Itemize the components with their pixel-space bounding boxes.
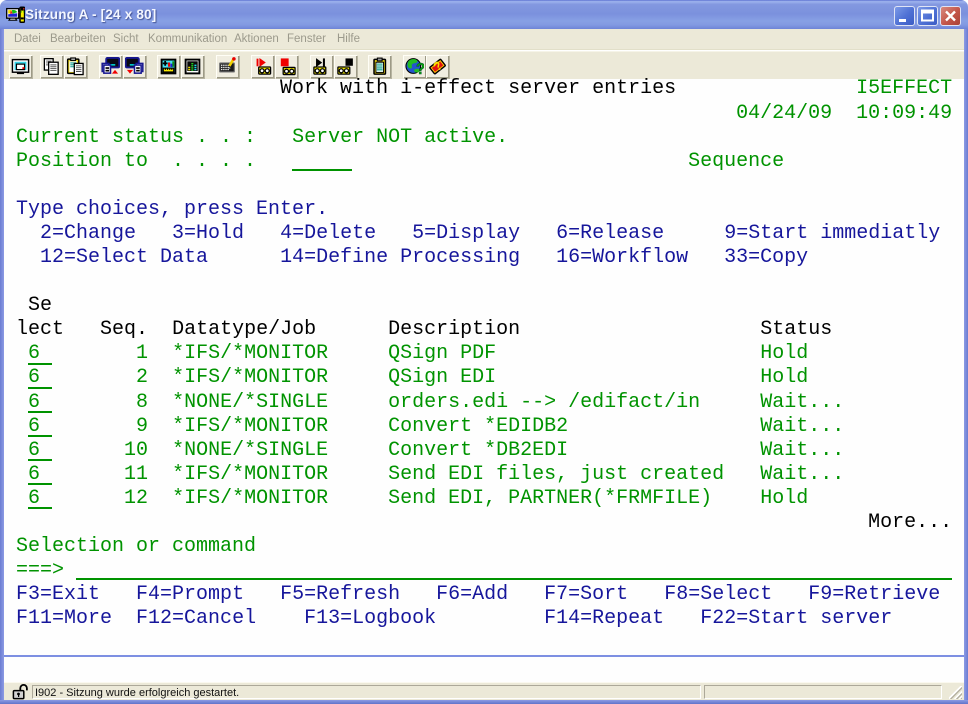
svg-text:?: ?	[416, 61, 424, 76]
